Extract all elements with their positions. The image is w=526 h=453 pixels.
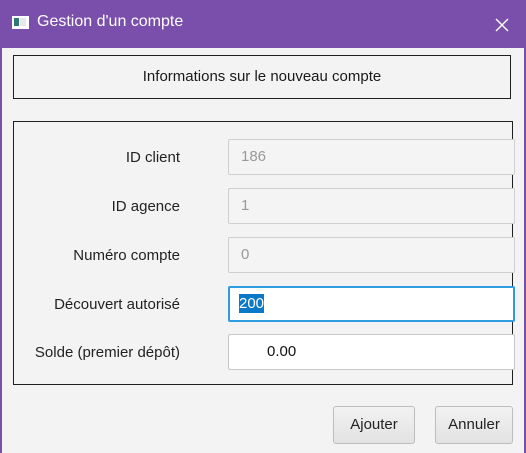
annuler-button[interactable]: Annuler — [435, 406, 513, 444]
decouvert-autorise-label: Découvert autorisé — [54, 296, 180, 313]
close-icon — [495, 18, 509, 32]
id-client-field: 186 — [228, 139, 515, 175]
id-client-label: ID client — [125, 149, 180, 166]
title-bar[interactable]: Gestion d'un compte — [0, 0, 526, 48]
id-agence-label: ID agence — [111, 198, 180, 215]
dialog-window: Gestion d'un compte Informations sur le … — [0, 0, 526, 453]
numero-compte-field: 0 — [228, 237, 515, 273]
header-panel: Informations sur le nouveau compte — [13, 55, 511, 99]
window-title: Gestion d'un compte — [37, 13, 184, 30]
app-window-icon — [12, 16, 29, 29]
close-button[interactable] — [486, 6, 518, 42]
decouvert-autorise-input[interactable]: 200 — [228, 286, 515, 322]
numero-compte-label: Numéro compte — [73, 247, 180, 264]
account-form: ID client 186 ID agence 1 Numéro compte … — [13, 121, 515, 385]
decouvert-autorise-value: 200 — [239, 294, 265, 313]
header-panel-text: Informations sur le nouveau compte — [142, 68, 382, 85]
window-border-left — [0, 40, 2, 453]
id-agence-field: 1 — [228, 188, 515, 224]
ajouter-button[interactable]: Ajouter — [333, 406, 415, 444]
solde-input[interactable]: 0.00 — [228, 334, 515, 370]
solde-label: Solde (premier dépôt) — [34, 344, 180, 361]
